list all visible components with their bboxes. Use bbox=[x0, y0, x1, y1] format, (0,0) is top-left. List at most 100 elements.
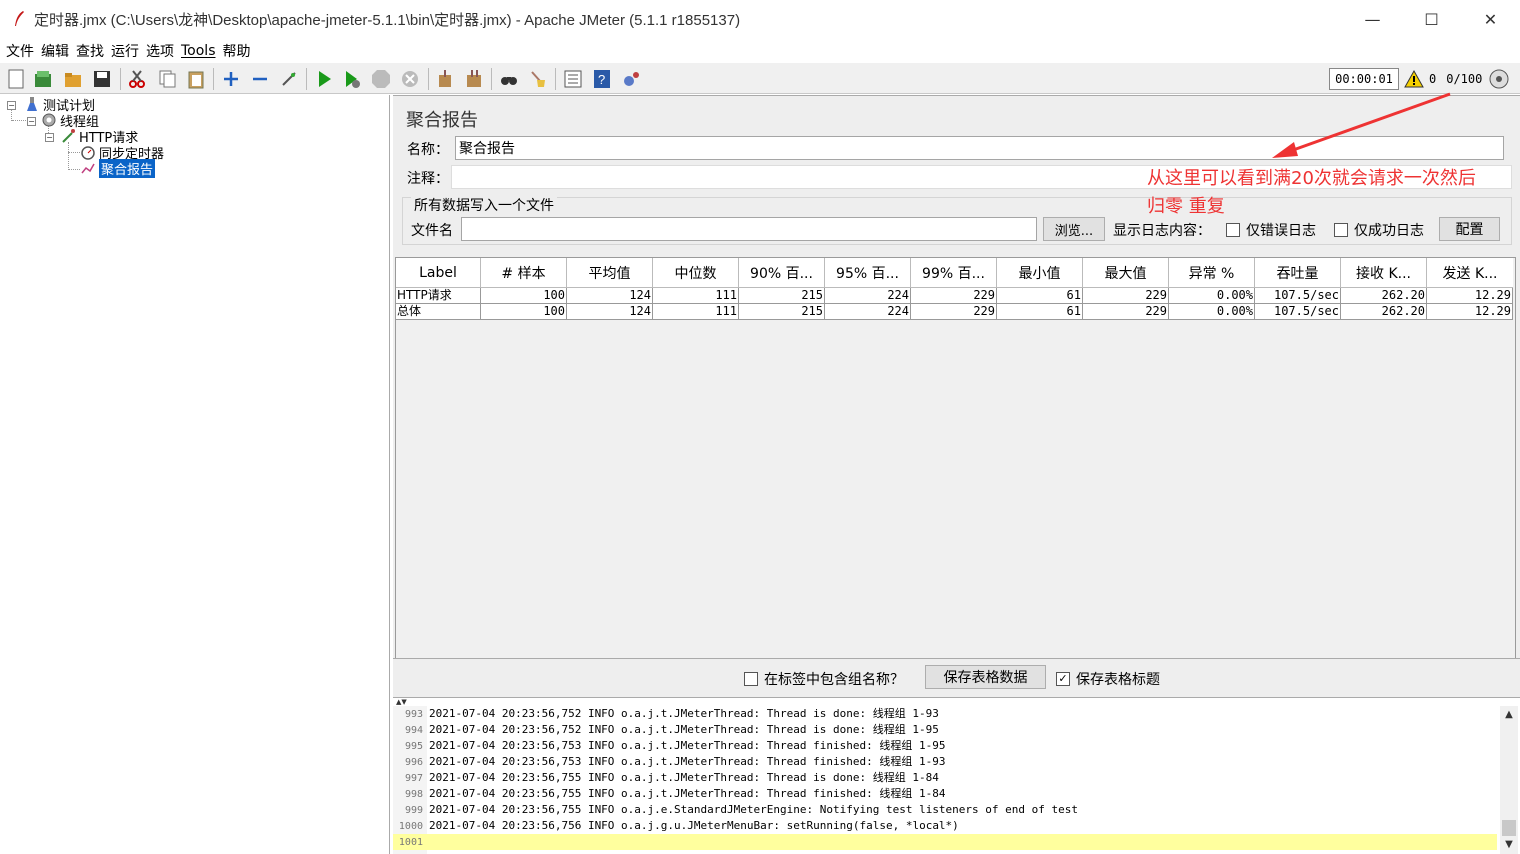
col-label[interactable]: Label bbox=[396, 258, 481, 288]
expand-all-icon[interactable] bbox=[220, 68, 242, 90]
col-received[interactable]: 接收 K... bbox=[1341, 258, 1427, 288]
splitter-arrows-icon[interactable]: ▲▼ bbox=[396, 698, 407, 706]
annotation-arrow bbox=[1272, 92, 1451, 158]
cell: 229 bbox=[1083, 304, 1169, 320]
log-line: 995 2021-07-04 20:23:56,753 INFO o.a.j.t.… bbox=[404, 739, 946, 752]
col-p95[interactable]: 95% 百... bbox=[825, 258, 911, 288]
menu-search[interactable]: 查找 bbox=[76, 41, 104, 61]
collapse-all-icon[interactable] bbox=[249, 68, 271, 90]
remote-start-icon[interactable] bbox=[620, 68, 642, 90]
col-p90[interactable]: 90% 百... bbox=[739, 258, 825, 288]
cut-icon[interactable] bbox=[126, 68, 148, 90]
browse-button[interactable]: 浏览... bbox=[1043, 217, 1105, 241]
stopwatch-icon bbox=[80, 144, 96, 160]
warning-count: 0 bbox=[1429, 72, 1437, 86]
table-row[interactable]: 总体 100 124 111 215 224 229 61 229 0.00% … bbox=[396, 304, 1513, 320]
col-average[interactable]: 平均值 bbox=[567, 258, 653, 288]
save-table-data-button[interactable]: 保存表格数据 bbox=[925, 665, 1046, 689]
log-viewer[interactable]: ▲▼ 993 2021-07-04 20:23:56,752 INFO o.a.j… bbox=[393, 697, 1520, 854]
cell: 12.29 bbox=[1427, 304, 1513, 320]
cell: 215 bbox=[739, 288, 825, 304]
log-line: 994 2021-07-04 20:23:56,752 INFO o.a.j.t.… bbox=[404, 723, 939, 736]
scrollbar-thumb[interactable] bbox=[1502, 820, 1516, 836]
col-samples[interactable]: # 样本 bbox=[481, 258, 567, 288]
start-no-pauses-icon[interactable] bbox=[341, 68, 363, 90]
annotation-note: 从这里可以看到满20次就会请求一次然后 归零 重复 bbox=[1147, 165, 1517, 221]
paste-icon[interactable] bbox=[185, 68, 207, 90]
gear-icon bbox=[41, 112, 57, 128]
menu-file[interactable]: 文件 bbox=[6, 41, 34, 61]
copy-icon[interactable] bbox=[156, 68, 178, 90]
pipette-icon bbox=[60, 128, 76, 144]
col-throughput[interactable]: 吞吐量 bbox=[1255, 258, 1341, 288]
menu-bar: 文件 编辑 查找 运行 选项 Tools 帮助 bbox=[0, 40, 1520, 62]
col-min[interactable]: 最小值 bbox=[997, 258, 1083, 288]
table-options-bar: 在标签中包含组名称？ 保存表格数据 ✓ 保存表格标题 bbox=[393, 658, 1520, 696]
col-max[interactable]: 最大值 bbox=[1083, 258, 1169, 288]
search-binoculars-icon[interactable] bbox=[498, 68, 520, 90]
menu-run[interactable]: 运行 bbox=[111, 41, 139, 61]
templates-icon[interactable] bbox=[32, 68, 54, 90]
errors-only-checkbox[interactable]: 仅错误日志 bbox=[1226, 220, 1316, 240]
remote-engines-icon[interactable] bbox=[1488, 68, 1510, 90]
tree-item-label: 聚合报告 bbox=[99, 158, 156, 178]
function-helper-icon[interactable] bbox=[562, 68, 584, 90]
log-line: 1000 2021-07-04 20:23:56,756 INFO o.a.j.g… bbox=[398, 819, 959, 832]
menu-tools[interactable]: Tools bbox=[181, 43, 216, 59]
test-plan-tree: − 测试计划 − 线程组 − HTTP请求 同步定时器 聚合报告 bbox=[0, 95, 390, 854]
success-only-checkbox[interactable]: 仅成功日志 bbox=[1334, 220, 1424, 240]
success-only-label: 仅成功日志 bbox=[1354, 223, 1424, 239]
collapse-thread-group-toggle[interactable]: − bbox=[27, 117, 36, 126]
warning-icon[interactable] bbox=[1404, 70, 1424, 88]
collapse-test-plan-toggle[interactable]: − bbox=[7, 101, 16, 110]
col-sent[interactable]: 发送 K... bbox=[1427, 258, 1513, 288]
title-bar: 定时器.jmx (C:\Users\龙神\Desktop\apache-jmet… bbox=[0, 0, 1520, 38]
cell: 262.20 bbox=[1341, 288, 1427, 304]
include-group-label: 在标签中包含组名称？ bbox=[764, 672, 904, 688]
col-error[interactable]: 异常 % bbox=[1169, 258, 1255, 288]
errors-only-label: 仅错误日志 bbox=[1246, 223, 1316, 239]
close-button[interactable]: ✕ bbox=[1461, 0, 1520, 38]
maximize-button[interactable]: ☐ bbox=[1402, 0, 1461, 38]
cell: 61 bbox=[997, 288, 1083, 304]
minimize-button[interactable]: — bbox=[1343, 0, 1402, 38]
log-line-current: 1001 bbox=[393, 834, 1497, 850]
elapsed-time: 00:00:01 bbox=[1329, 68, 1399, 90]
shutdown-icon[interactable] bbox=[399, 68, 421, 90]
new-file-icon[interactable] bbox=[5, 68, 27, 90]
menu-help[interactable]: 帮助 bbox=[223, 41, 251, 61]
col-p99[interactable]: 99% 百... bbox=[911, 258, 997, 288]
annotation-line-2: 归零 重复 bbox=[1147, 196, 1225, 217]
reset-search-broom-icon[interactable] bbox=[527, 68, 549, 90]
svg-text:?: ? bbox=[598, 72, 605, 87]
cell: 61 bbox=[997, 304, 1083, 320]
write-to-file-title: 所有数据写入一个文件 bbox=[411, 195, 557, 215]
toggle-icon[interactable] bbox=[278, 68, 300, 90]
log-scrollbar[interactable]: ▲ ▼ bbox=[1500, 706, 1518, 854]
col-median[interactable]: 中位数 bbox=[653, 258, 739, 288]
help-icon[interactable]: ? bbox=[591, 68, 613, 90]
collapse-http-request-toggle[interactable]: − bbox=[45, 133, 54, 142]
tree-item-aggregate-report[interactable]: 聚合报告 bbox=[80, 158, 156, 178]
window-title: 定时器.jmx (C:\Users\龙神\Desktop\apache-jmet… bbox=[34, 11, 741, 29]
scroll-down-icon[interactable]: ▼ bbox=[1500, 836, 1518, 852]
save-icon[interactable] bbox=[91, 68, 113, 90]
stop-icon[interactable] bbox=[370, 68, 392, 90]
menu-options[interactable]: 选项 bbox=[146, 41, 174, 61]
table-row[interactable]: HTTP请求 100 124 111 215 224 229 61 229 0.… bbox=[396, 288, 1513, 304]
menu-edit[interactable]: 编辑 bbox=[41, 41, 69, 61]
save-header-label: 保存表格标题 bbox=[1076, 672, 1160, 688]
clear-all-icon[interactable] bbox=[463, 68, 485, 90]
start-icon[interactable] bbox=[313, 68, 335, 90]
active-threads: 0/100 bbox=[1446, 72, 1483, 86]
open-folder-icon[interactable] bbox=[62, 68, 84, 90]
clear-icon[interactable] bbox=[434, 68, 456, 90]
include-group-checkbox[interactable]: 在标签中包含组名称？ bbox=[744, 669, 904, 689]
jmeter-feather-icon bbox=[15, 11, 24, 26]
scroll-up-icon[interactable]: ▲ bbox=[1500, 706, 1518, 722]
cell: 262.20 bbox=[1341, 304, 1427, 320]
cell: 0.00% bbox=[1169, 304, 1255, 320]
save-header-checkbox[interactable]: ✓ 保存表格标题 bbox=[1056, 669, 1160, 689]
cell: HTTP请求 bbox=[396, 288, 481, 304]
filename-input[interactable] bbox=[461, 217, 1037, 241]
